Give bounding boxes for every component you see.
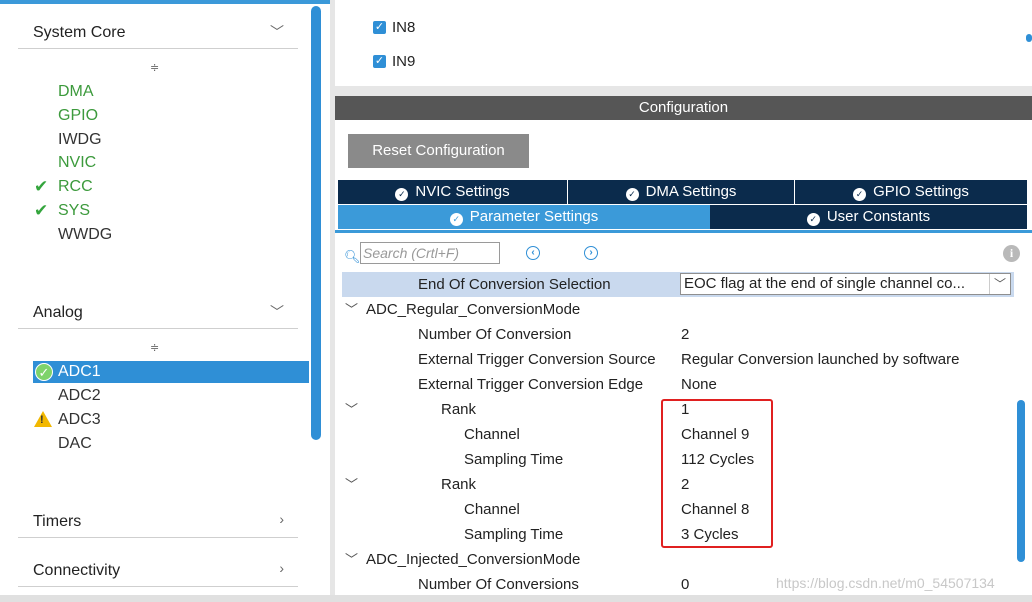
tab-nvic-settings[interactable]: ✓ NVIC Settings bbox=[338, 180, 568, 204]
param-row-eoc[interactable]: End Of Conversion Selection EOC flag at … bbox=[342, 272, 1014, 297]
reset-configuration-button[interactable]: Reset Configuration bbox=[348, 134, 529, 168]
expand-chevron-icon[interactable]: ﹀ bbox=[345, 397, 358, 422]
chevron-right-icon: › bbox=[279, 560, 284, 576]
in9-checkbox[interactable]: ✓ bbox=[373, 55, 386, 68]
channel-list: ✓ IN8 ✓ IN9 bbox=[335, 0, 1032, 86]
tab-dma-settings[interactable]: ✓ DMA Settings bbox=[568, 180, 795, 204]
category-label: Analog bbox=[33, 304, 83, 321]
category-connectivity[interactable]: Connectivity › bbox=[18, 552, 298, 587]
check-circle-icon: ✓ bbox=[35, 363, 53, 381]
in9-label: IN9 bbox=[392, 53, 416, 70]
category-label: Timers bbox=[33, 513, 82, 530]
next-icon[interactable]: › bbox=[584, 246, 598, 260]
eoc-select-value: EOC flag at the end of single channel co… bbox=[684, 275, 966, 292]
sidebar-item-sys[interactable]: SYS bbox=[58, 200, 90, 222]
configuration-panel: Configuration Reset Configuration ✓ NVIC … bbox=[335, 96, 1032, 602]
check-circle-icon: ✓ bbox=[853, 188, 867, 201]
param-label: Rank bbox=[441, 476, 477, 493]
checkmark-icon: ✔ bbox=[34, 177, 49, 196]
info-icon[interactable]: i bbox=[1003, 245, 1020, 262]
param-value: None bbox=[681, 376, 717, 393]
category-label: System Core bbox=[33, 24, 126, 41]
bottom-strip bbox=[0, 595, 1032, 602]
configuration-title: Configuration bbox=[335, 96, 1032, 120]
chevron-right-icon: › bbox=[279, 511, 284, 527]
check-circle-icon: ✓ bbox=[625, 188, 639, 201]
param-label: External Trigger Conversion Source bbox=[418, 351, 656, 368]
tab-gpio-settings[interactable]: ✓ GPIO Settings bbox=[795, 180, 1027, 204]
param-label: External Trigger Conversion Edge bbox=[418, 376, 644, 393]
expand-chevron-icon[interactable]: ﹀ bbox=[345, 297, 358, 322]
param-value: 0 bbox=[681, 576, 690, 593]
chevron-down-icon[interactable]: ﹀ bbox=[989, 274, 1010, 294]
group-label: ADC_Regular_ConversionMode bbox=[366, 301, 581, 318]
param-value: 2 bbox=[681, 326, 690, 343]
sort-icon[interactable]: ≑ bbox=[150, 341, 159, 354]
param-label: Channel bbox=[464, 501, 520, 518]
checkmark-icon: ✔ bbox=[34, 201, 49, 220]
expand-chevron-icon[interactable]: ﹀ bbox=[345, 547, 358, 572]
tab-label: Parameter Settings bbox=[469, 208, 599, 225]
group-injected-conversion[interactable]: ﹀ ADC_Injected_ConversionMode bbox=[342, 547, 1014, 572]
in8-checkbox[interactable]: ✓ bbox=[373, 21, 386, 34]
sidebar-item-gpio[interactable]: GPIO bbox=[58, 105, 98, 127]
channel-list-scrollbar[interactable] bbox=[1026, 34, 1032, 42]
group-regular-conversion[interactable]: ﹀ ADC_Regular_ConversionMode bbox=[342, 297, 1014, 322]
sidebar-item-wwdg[interactable]: WWDG bbox=[58, 224, 112, 246]
in8-label: IN8 bbox=[392, 19, 416, 36]
sidebar-item-adc1[interactable]: ✓ ADC1 bbox=[33, 361, 309, 383]
sidebar-item-adc2[interactable]: ADC2 bbox=[58, 385, 101, 407]
category-analog[interactable]: Analog ﹀ bbox=[18, 294, 298, 329]
sidebar-item-adc3[interactable]: ADC3 bbox=[58, 409, 101, 431]
group-label: ADC_Injected_ConversionMode bbox=[366, 551, 581, 568]
param-value: Regular Conversion launched by software bbox=[681, 351, 960, 368]
eoc-select[interactable]: EOC flag at the end of single channel co… bbox=[680, 273, 1011, 295]
warning-icon: ! bbox=[34, 411, 52, 427]
param-row-num-conversion[interactable]: Number Of Conversion 2 bbox=[342, 322, 1014, 347]
param-label: Channel bbox=[464, 426, 520, 443]
watermark: https://blog.csdn.net/m0_54507134 bbox=[776, 575, 995, 591]
search-icon: 🔍︎ bbox=[344, 249, 361, 264]
param-label: Number Of Conversions bbox=[418, 576, 579, 593]
sidebar-item-dac[interactable]: DAC bbox=[58, 433, 92, 455]
tab-user-constants[interactable]: ✓ User Constants bbox=[710, 205, 1027, 229]
param-row-ext-trigger-edge[interactable]: External Trigger Conversion Edge None bbox=[342, 372, 1014, 397]
category-label: Connectivity bbox=[33, 562, 121, 579]
sidebar: System Core ﹀ ≑ DMA GPIO IWDG NVIC ✔ RCC… bbox=[0, 0, 330, 602]
param-label: Rank bbox=[441, 401, 477, 418]
tab-underline bbox=[335, 230, 1032, 233]
sidebar-item-dma[interactable]: DMA bbox=[58, 81, 94, 103]
param-label: End Of Conversion Selection bbox=[418, 276, 611, 293]
rank-highlight-box bbox=[661, 399, 773, 548]
previous-icon[interactable]: ‹ bbox=[526, 246, 540, 260]
category-system-core[interactable]: System Core ﹀ bbox=[18, 14, 298, 49]
check-circle-icon: ✓ bbox=[395, 188, 409, 201]
sidebar-item-label: ADC1 bbox=[58, 363, 101, 380]
param-label: Sampling Time bbox=[464, 526, 564, 543]
parameter-scrollbar[interactable] bbox=[1017, 400, 1025, 562]
expand-chevron-icon[interactable]: ﹀ bbox=[345, 472, 358, 497]
check-circle-icon: ✓ bbox=[449, 213, 463, 226]
sidebar-item-rcc[interactable]: RCC bbox=[58, 176, 93, 198]
param-label: Sampling Time bbox=[464, 451, 564, 468]
sort-icon[interactable]: ≑ bbox=[150, 61, 159, 74]
tab-label: DMA Settings bbox=[645, 183, 737, 200]
check-circle-icon: ✓ bbox=[806, 213, 820, 226]
tab-parameter-settings[interactable]: ✓ Parameter Settings bbox=[338, 205, 710, 229]
tab-label: GPIO Settings bbox=[873, 183, 969, 200]
chevron-down-icon: ﹀ bbox=[270, 304, 284, 320]
category-timers[interactable]: Timers › bbox=[18, 503, 298, 538]
sidebar-item-iwdg[interactable]: IWDG bbox=[58, 129, 102, 151]
param-row-ext-trigger-source[interactable]: External Trigger Conversion Source Regul… bbox=[342, 347, 1014, 372]
tab-label: NVIC Settings bbox=[415, 183, 510, 200]
sidebar-scrollbar[interactable] bbox=[311, 6, 321, 440]
param-label: Number Of Conversion bbox=[418, 326, 572, 343]
sidebar-item-nvic[interactable]: NVIC bbox=[58, 152, 96, 174]
sidebar-top-accent bbox=[0, 0, 330, 4]
chevron-down-icon: ﹀ bbox=[270, 24, 284, 40]
tab-label: User Constants bbox=[826, 208, 931, 225]
search-input[interactable] bbox=[360, 242, 500, 264]
